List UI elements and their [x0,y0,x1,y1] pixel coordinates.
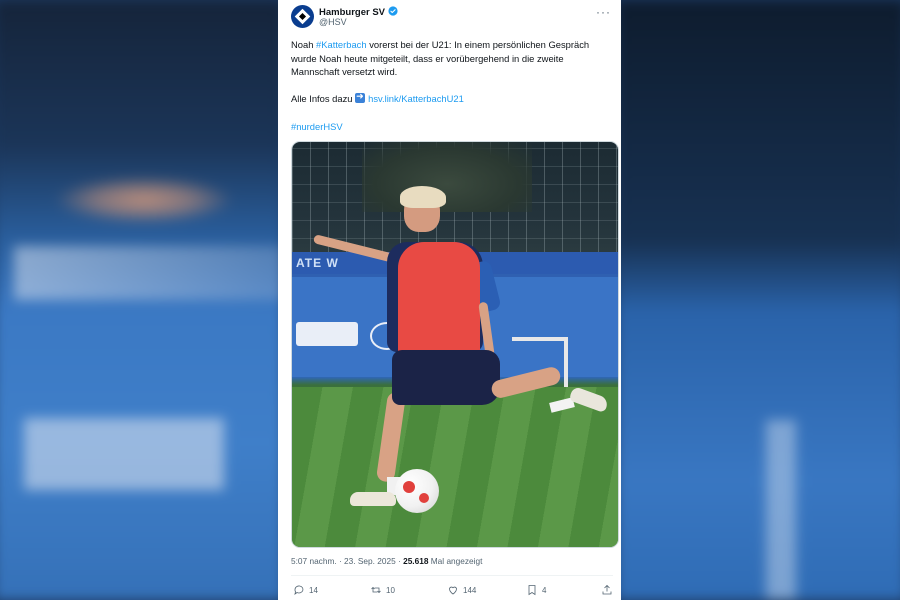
reply-icon [294,585,304,595]
player-right-leg [489,365,563,400]
blurred-background-right [616,0,900,600]
retweet-button[interactable]: 10 [370,584,395,596]
tweet-actions: 14 10 144 4 [291,584,613,598]
hashtag-katterbach[interactable]: #Katterbach [316,39,367,50]
player-right-boot [568,385,610,414]
author-handle[interactable]: @HSV [319,17,347,27]
infos-line: Alle Infos dazu hsv.link/KatterbachU21 [291,91,464,104]
arrow-right-icon [355,91,366,103]
player-shorts [392,350,500,405]
heart-icon [449,586,457,595]
photo-football [395,469,439,513]
tweet-text: Noah #Katterbach vorerst bei der U21: In… [291,38,613,79]
bookmark-button[interactable]: 4 [526,584,546,596]
share-icon [602,584,612,595]
tweet-timestamp[interactable]: 5:07 nachm. · 23. Sep. 2025 · [291,556,403,566]
tweet-header: Hamburger SV @HSV ··· [291,5,611,33]
photo-player [292,142,618,547]
hsv-logo-icon [294,8,311,25]
bookmark-count: 4 [542,585,547,595]
views-count: 25.618 [403,556,429,566]
player-hair [400,186,446,208]
tweet-text-prefix: Noah [291,39,317,50]
like-button[interactable]: 144 [447,584,476,596]
reply-count: 14 [309,585,318,595]
infos-label: Alle Infos dazu [291,93,356,104]
infos-link[interactable]: hsv.link/KatterbachU21 [368,93,464,104]
tweet-photo[interactable]: ATE W [291,141,619,548]
blurred-background-left [0,0,284,600]
avatar[interactable] [291,5,314,28]
retweet-icon [371,586,381,594]
hashtag-nurderhsv[interactable]: #nurderHSV [291,121,343,132]
tweet-meta: 5:07 nachm. · 23. Sep. 2025 · 25.618 Mal… [291,556,482,566]
share-button[interactable] [601,584,613,596]
tweet-card[interactable]: Hamburger SV @HSV ··· Noah #Katterbach v… [278,0,621,600]
player-left-boot [350,492,396,506]
retweet-count: 10 [386,585,395,595]
verified-badge-icon [388,6,398,16]
bookmark-icon [528,585,536,596]
reply-button[interactable]: 14 [293,584,318,596]
views-label: Mal angezeigt [428,556,483,566]
more-horizontal-icon[interactable]: ··· [596,5,611,19]
actions-divider [291,575,613,576]
hashtag-line: #nurderHSV [291,121,343,132]
like-count: 144 [463,585,477,595]
player-bib-print [409,272,449,332]
